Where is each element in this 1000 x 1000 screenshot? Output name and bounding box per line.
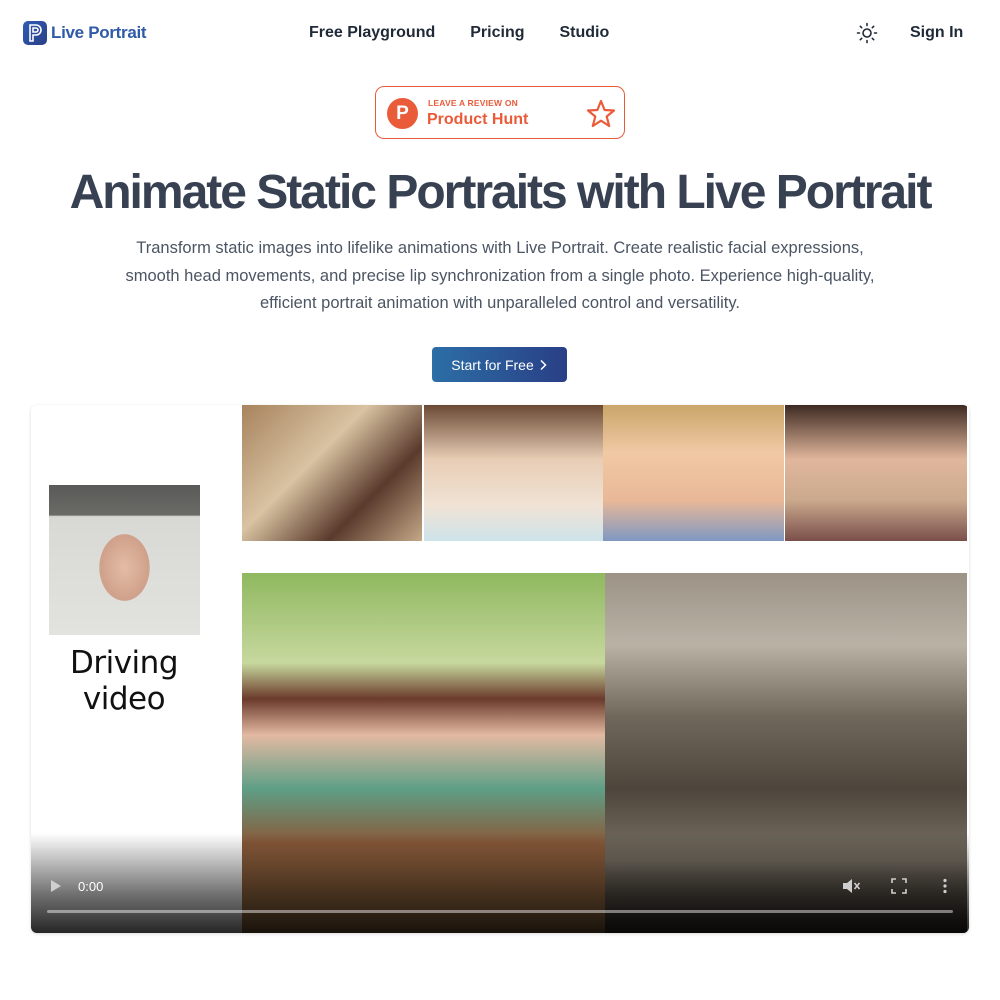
product-hunt-badge[interactable]: P LEAVE A REVIEW ON Product Hunt bbox=[375, 86, 625, 139]
logo-icon bbox=[23, 21, 47, 45]
star-icon bbox=[586, 99, 616, 128]
portrait-thumbnail bbox=[785, 405, 967, 541]
video-controls-overlay bbox=[31, 833, 969, 933]
play-icon[interactable] bbox=[49, 878, 63, 894]
nav-link-free-playground[interactable]: Free Playground bbox=[309, 24, 435, 42]
hero-subtitle: Transform static images into lifelike an… bbox=[125, 239, 875, 312]
demo-video-player[interactable]: Driving video 0:00 bbox=[31, 405, 969, 933]
product-hunt-logo-icon: P bbox=[387, 98, 418, 129]
page-title: Animate Static Portraits with Live Portr… bbox=[69, 166, 933, 219]
sun-icon bbox=[856, 22, 878, 44]
portrait-thumbnail bbox=[424, 405, 603, 541]
cta-label: Start for Free bbox=[451, 356, 534, 373]
top-navigation: Live Portrait Free Playground Pricing St… bbox=[0, 0, 1000, 66]
portrait-thumbnail bbox=[242, 405, 422, 541]
video-progress-bar[interactable] bbox=[47, 910, 953, 913]
volume-mute-icon[interactable] bbox=[841, 877, 861, 895]
logo[interactable]: Live Portrait bbox=[23, 21, 147, 45]
chevron-right-icon bbox=[540, 359, 547, 370]
nav-links: Free Playground Pricing Studio bbox=[309, 24, 609, 42]
fullscreen-icon[interactable] bbox=[890, 877, 908, 895]
more-vertical-icon[interactable] bbox=[941, 877, 949, 895]
nav-link-studio[interactable]: Studio bbox=[559, 24, 609, 42]
product-hunt-name: Product Hunt bbox=[427, 111, 529, 128]
sign-in-link[interactable]: Sign In bbox=[910, 24, 963, 42]
theme-toggle-button[interactable] bbox=[856, 22, 878, 44]
nav-link-pricing[interactable]: Pricing bbox=[470, 24, 524, 42]
product-hunt-caption: LEAVE A REVIEW ON bbox=[428, 98, 518, 108]
video-time: 0:00 bbox=[78, 879, 104, 894]
portrait-thumbnail bbox=[603, 405, 784, 541]
driving-video-frame bbox=[49, 485, 200, 635]
driving-video-label: Driving video bbox=[69, 645, 179, 717]
start-for-free-button[interactable]: Start for Free bbox=[432, 347, 567, 382]
logo-text: Live Portrait bbox=[51, 23, 147, 42]
